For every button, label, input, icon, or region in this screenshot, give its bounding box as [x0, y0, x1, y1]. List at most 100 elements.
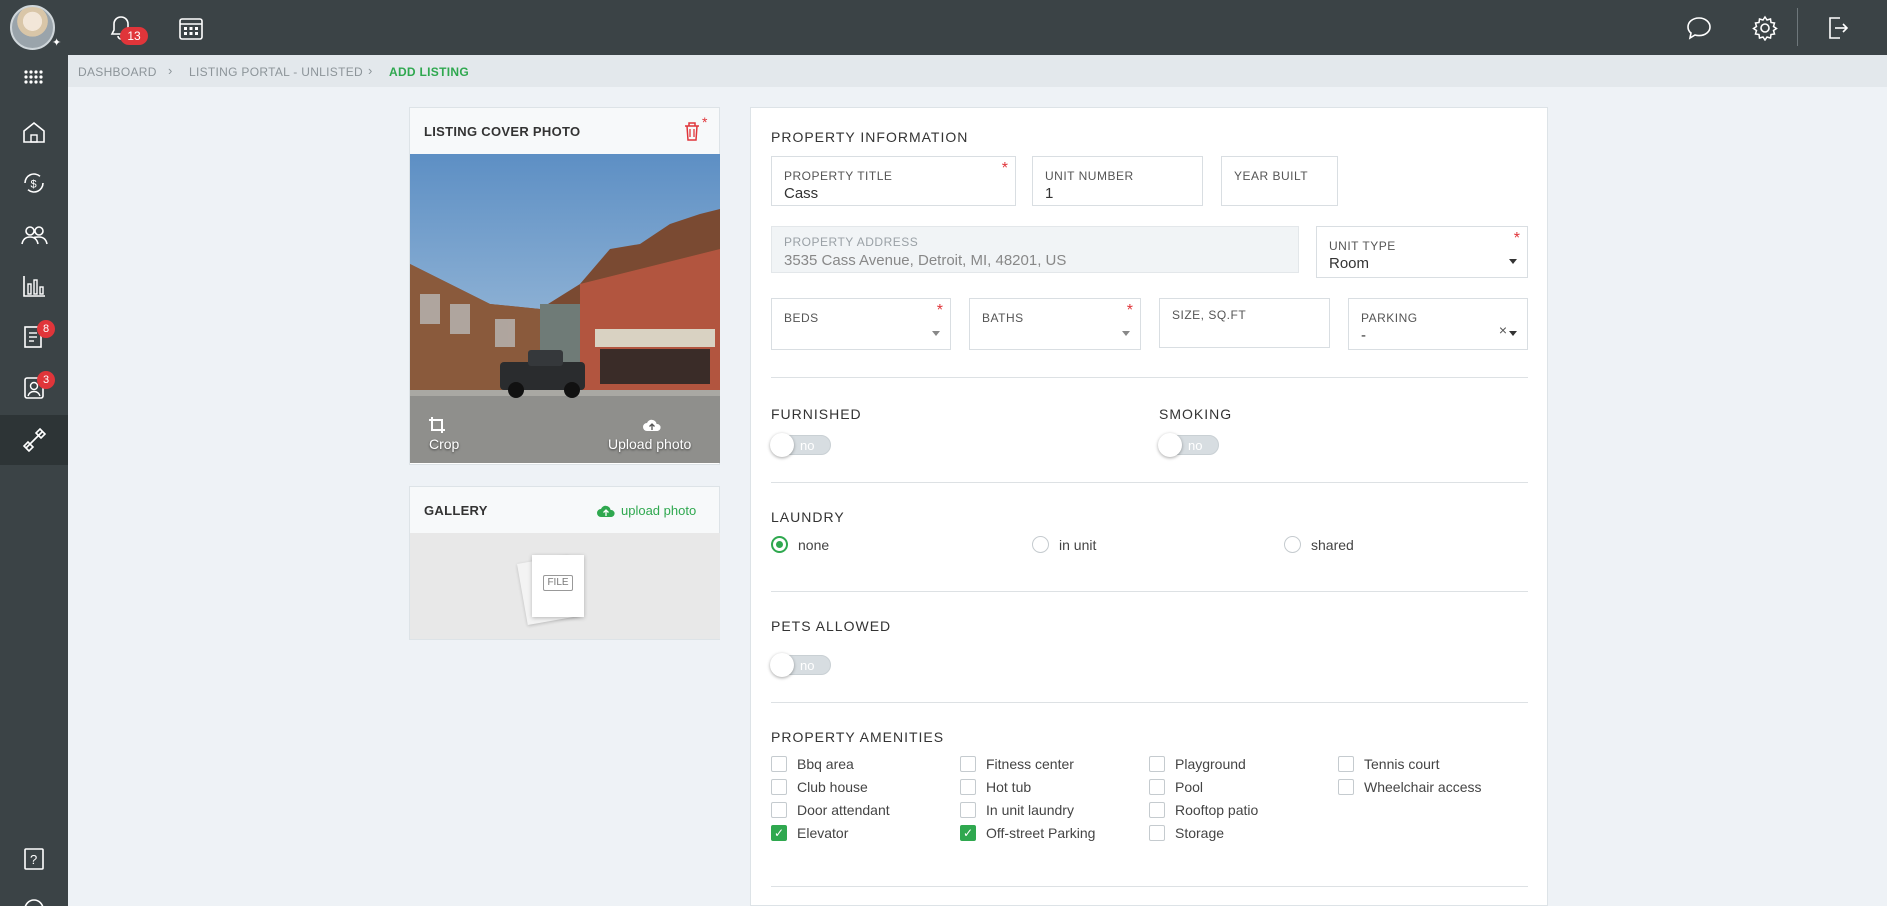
- topbar-divider: [1797, 8, 1798, 46]
- svg-text:$: $: [31, 179, 37, 191]
- amenity-rooftop-patio[interactable]: Rooftop patio: [1149, 802, 1258, 818]
- chevron-down-icon: [1509, 259, 1517, 264]
- amenity-tennis-court[interactable]: Tennis court: [1338, 756, 1439, 772]
- amenity-pool[interactable]: Pool: [1149, 779, 1203, 795]
- amenity-club-house[interactable]: Club house: [771, 779, 868, 795]
- cloud-upload-icon[interactable]: [642, 418, 662, 437]
- parking-select[interactable]: PARKING - ×: [1348, 298, 1528, 350]
- amenity-label: Wheelchair access: [1364, 779, 1482, 795]
- calendar-icon[interactable]: [176, 13, 206, 43]
- required-marker: *: [702, 114, 708, 130]
- amenity-fitness-center[interactable]: Fitness center: [960, 756, 1074, 772]
- pin-icon: ✦: [52, 37, 62, 49]
- cloud-upload-icon: [597, 505, 615, 517]
- parking-label: PARKING: [1361, 311, 1418, 325]
- checkbox-icon: [771, 802, 787, 818]
- baths-select[interactable]: BATHS *: [969, 298, 1141, 350]
- gear-icon[interactable]: [1750, 13, 1780, 43]
- radio-icon: [1284, 536, 1301, 553]
- unit-number-value: 1: [1045, 185, 1054, 202]
- amenity-label: Off-street Parking: [986, 825, 1096, 841]
- divider: [771, 482, 1528, 483]
- chevron-down-icon: [932, 331, 940, 336]
- unit-number-field[interactable]: UNIT NUMBER 1: [1032, 156, 1203, 206]
- divider: [771, 377, 1528, 378]
- amenity-label: Storage: [1175, 825, 1225, 841]
- chevron-down-icon: [1509, 331, 1517, 336]
- clear-icon[interactable]: ×: [1499, 322, 1507, 338]
- laundry-option-none[interactable]: none: [771, 536, 829, 553]
- laundry-option-in-unit[interactable]: in unit: [1032, 536, 1096, 553]
- unit-number-label: UNIT NUMBER: [1045, 169, 1134, 183]
- breadcrumb: DASHBOARD › LISTING PORTAL - UNLISTED › …: [68, 55, 1887, 87]
- checkbox-icon: [1149, 756, 1165, 772]
- gallery-title: GALLERY: [424, 502, 488, 518]
- trash-icon[interactable]: [683, 121, 701, 146]
- breadcrumb-dashboard[interactable]: DASHBOARD: [78, 65, 157, 79]
- people-icon[interactable]: [0, 210, 68, 260]
- amenity-label: Fitness center: [986, 756, 1074, 772]
- logout-icon[interactable]: [1822, 13, 1852, 43]
- pets-allowed-toggle[interactable]: no: [770, 653, 831, 677]
- contact-badge: 3: [37, 371, 55, 389]
- amenity-playground[interactable]: Playground: [1149, 756, 1246, 772]
- document-badge: 8: [37, 320, 55, 338]
- help-icon[interactable]: ?: [0, 834, 68, 884]
- chat-icon[interactable]: [1684, 13, 1714, 43]
- gallery-card: GALLERY upload photo FILE: [409, 486, 720, 640]
- radio-icon: [1032, 536, 1049, 553]
- checkbox-icon: [960, 756, 976, 772]
- gallery-upload-button[interactable]: upload photo: [596, 503, 696, 518]
- amenity-door-attendant[interactable]: Door attendant: [771, 802, 890, 818]
- unit-type-select[interactable]: UNIT TYPE Room *: [1316, 226, 1528, 278]
- smoking-toggle[interactable]: no: [1158, 433, 1219, 457]
- top-bar: ✦ 13: [0, 0, 1887, 55]
- size-sqft-field[interactable]: SIZE, SQ.FT: [1159, 298, 1330, 348]
- checkbox-icon: [960, 779, 976, 795]
- money-cycle-icon[interactable]: $: [0, 158, 68, 208]
- amenity-label: Club house: [797, 779, 868, 795]
- contact-icon[interactable]: [0, 363, 68, 413]
- amenity-in-unit-laundry[interactable]: In unit laundry: [960, 802, 1074, 818]
- parking-value: -: [1361, 327, 1366, 344]
- amenity-bbq-area[interactable]: Bbq area: [771, 756, 854, 772]
- chevron-right-icon: ›: [168, 63, 173, 78]
- crop-button[interactable]: Crop: [429, 436, 459, 452]
- listing-tool-icon[interactable]: [0, 415, 68, 465]
- year-built-field[interactable]: YEAR BUILT: [1221, 156, 1338, 206]
- amenity-off-street-parking[interactable]: ✓ Off-street Parking: [960, 825, 1095, 841]
- checkbox-icon: [771, 756, 787, 772]
- required-marker: *: [1513, 230, 1520, 247]
- home-icon[interactable]: [0, 107, 68, 157]
- apps-grid-icon[interactable]: [0, 55, 68, 105]
- property-information-title: PROPERTY INFORMATION: [771, 129, 969, 145]
- property-amenities-title: PROPERTY AMENITIES: [771, 729, 945, 745]
- amenity-hot-tub[interactable]: Hot tub: [960, 779, 1031, 795]
- user-avatar[interactable]: [10, 5, 55, 50]
- amenity-label: Bbq area: [797, 756, 854, 772]
- checkbox-icon: [771, 779, 787, 795]
- amenity-wheelchair-access[interactable]: Wheelchair access: [1338, 779, 1482, 795]
- checkbox-icon: [1338, 756, 1354, 772]
- amenity-storage[interactable]: Storage: [1149, 825, 1224, 841]
- document-icon[interactable]: [0, 312, 68, 362]
- gallery-dropzone[interactable]: FILE: [410, 533, 720, 639]
- checkbox-icon: [960, 802, 976, 818]
- support-headset-icon[interactable]: [0, 885, 68, 906]
- property-form: PROPERTY INFORMATION PROPERTY TITLE Cass…: [750, 107, 1548, 906]
- laundry-option-shared[interactable]: shared: [1284, 536, 1354, 553]
- required-marker: *: [1126, 302, 1133, 319]
- unit-type-value: Room: [1329, 255, 1370, 272]
- upload-photo-button[interactable]: Upload photo: [608, 436, 691, 452]
- baths-label: BATHS: [982, 311, 1024, 325]
- amenity-elevator[interactable]: ✓ Elevator: [771, 825, 848, 841]
- property-title-field[interactable]: PROPERTY TITLE Cass *: [771, 156, 1016, 206]
- beds-label: BEDS: [784, 311, 819, 325]
- furnished-toggle[interactable]: no: [770, 433, 831, 457]
- amenity-label: Pool: [1175, 779, 1204, 795]
- breadcrumb-listing-portal[interactable]: LISTING PORTAL - UNLISTED: [189, 65, 363, 79]
- beds-select[interactable]: BEDS *: [771, 298, 951, 350]
- amenity-label: Elevator: [797, 825, 849, 841]
- cover-photo-title: LISTING COVER PHOTO: [424, 123, 581, 139]
- analytics-icon[interactable]: [0, 261, 68, 311]
